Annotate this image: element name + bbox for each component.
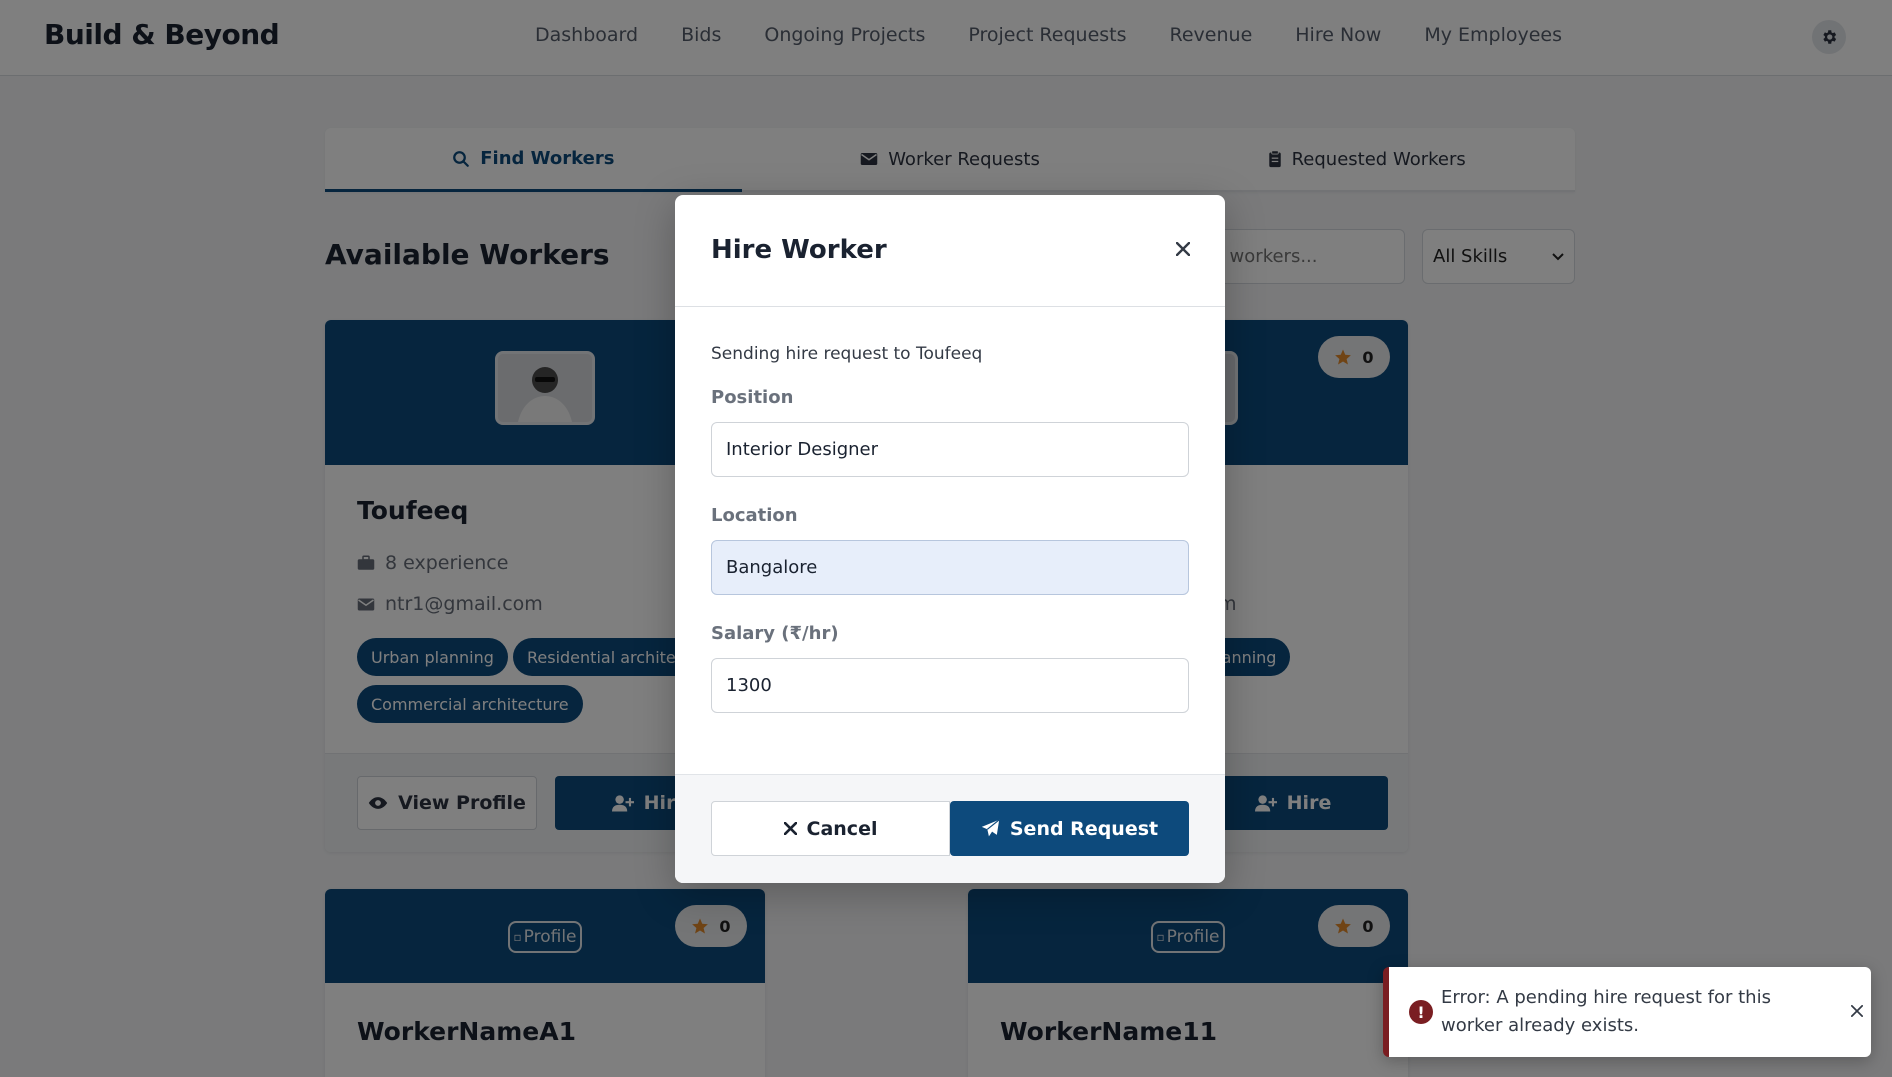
toast-close-button[interactable]	[1845, 999, 1869, 1023]
close-icon	[1851, 1005, 1863, 1017]
salary-label: Salary (₹/hr)	[711, 623, 839, 644]
position-input[interactable]	[711, 422, 1189, 477]
send-request-button[interactable]: Send Request	[950, 801, 1189, 856]
error-toast: ! Error: A pending hire request for this…	[1383, 967, 1871, 1057]
modal-title: Hire Worker	[711, 235, 887, 265]
cancel-button[interactable]: Cancel	[711, 801, 950, 856]
modal-intro-text: Sending hire request to Toufeeq	[711, 344, 983, 364]
paper-plane-icon	[981, 819, 1000, 837]
location-label: Location	[711, 505, 798, 526]
position-label: Position	[711, 387, 794, 408]
hire-worker-modal: Hire Worker Sending hire request to Touf…	[675, 195, 1225, 883]
close-icon	[783, 822, 797, 835]
send-request-label: Send Request	[1009, 817, 1159, 840]
toast-message: Error: A pending hire request for this w…	[1441, 987, 1771, 1036]
error-icon: !	[1409, 1000, 1433, 1024]
cancel-label: Cancel	[806, 817, 878, 840]
salary-input[interactable]	[711, 658, 1189, 713]
modal-close-button[interactable]	[1165, 231, 1201, 267]
modal-header: Hire Worker	[675, 195, 1225, 307]
location-input[interactable]	[711, 540, 1189, 595]
close-icon	[1176, 242, 1190, 256]
